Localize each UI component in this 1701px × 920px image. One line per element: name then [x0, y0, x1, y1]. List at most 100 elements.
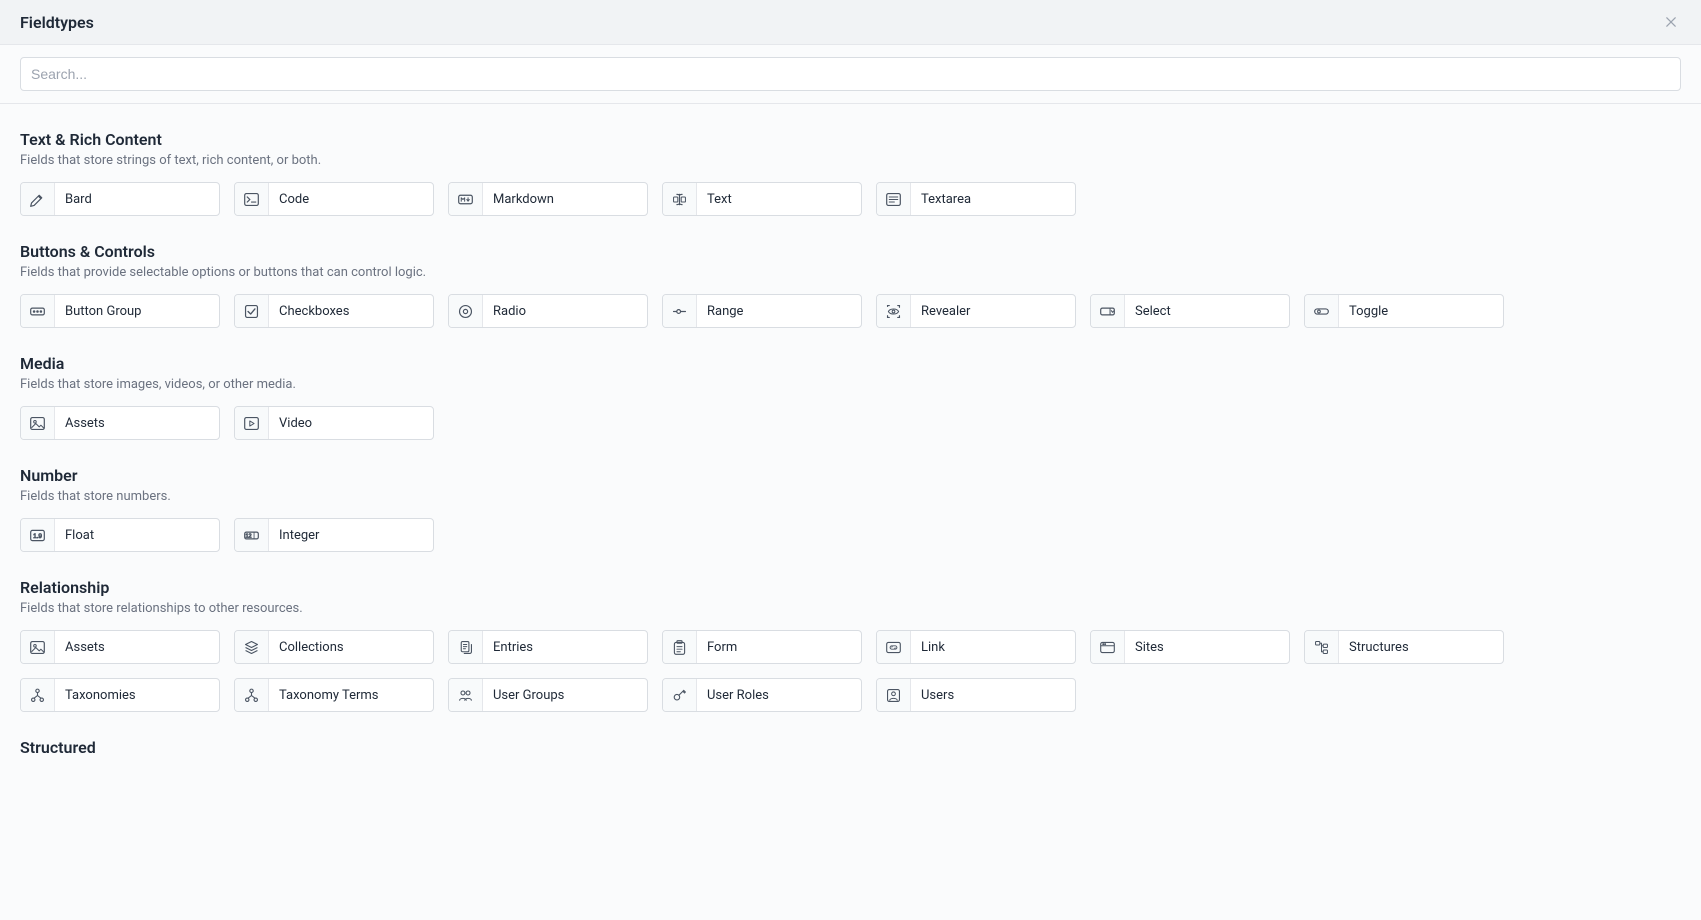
group-description: Fields that store relationships to other… — [20, 601, 1681, 616]
fieldtype-label: Button Group — [55, 295, 219, 327]
fieldtype-card-video[interactable]: Video — [234, 406, 434, 440]
fieldtype-card-taxonomies[interactable]: Taxonomies — [20, 678, 220, 712]
fieldtype-group: Number Fields that store numbers. Float Int… — [20, 466, 1681, 552]
radio-icon — [449, 295, 483, 327]
text-cursor-icon — [663, 183, 697, 215]
fieldtype-card-user-roles[interactable]: User Roles — [662, 678, 862, 712]
taxonomy-icon — [235, 679, 269, 711]
content-scroll[interactable]: Text & Rich Content Fields that store str… — [0, 104, 1701, 920]
close-button[interactable] — [1661, 12, 1681, 32]
fieldtype-card-float[interactable]: Float — [20, 518, 220, 552]
pen-icon — [21, 183, 55, 215]
fieldtype-label: Taxonomy Terms — [269, 679, 433, 711]
fieldtype-card-integer[interactable]: Integer — [234, 518, 434, 552]
fieldtype-label: Link — [911, 631, 1075, 663]
fieldtype-label: Code — [269, 183, 433, 215]
fieldtype-card-checkboxes[interactable]: Checkboxes — [234, 294, 434, 328]
group-title: Text & Rich Content — [20, 130, 1681, 149]
search-row — [0, 45, 1701, 104]
fieldtype-card-markdown[interactable]: Markdown — [448, 182, 648, 216]
fieldtype-card-collections[interactable]: Collections — [234, 630, 434, 664]
fieldtype-label: Form — [697, 631, 861, 663]
fieldtype-card-button-group[interactable]: Button Group — [20, 294, 220, 328]
panel-title: Fieldtypes — [20, 13, 94, 32]
fieldtype-label: Revealer — [911, 295, 1075, 327]
markdown-icon — [449, 183, 483, 215]
panel-header: Fieldtypes — [0, 0, 1701, 45]
fieldtype-card-select[interactable]: Select — [1090, 294, 1290, 328]
fieldtype-label: Float — [55, 519, 219, 551]
group-title: Buttons & Controls — [20, 242, 1681, 261]
eye-scan-icon — [877, 295, 911, 327]
tree-icon — [1305, 631, 1339, 663]
select-icon — [1091, 295, 1125, 327]
textarea-icon — [877, 183, 911, 215]
group-description: Fields that store strings of text, rich … — [20, 153, 1681, 168]
link-icon — [877, 631, 911, 663]
checkbox-icon — [235, 295, 269, 327]
fieldtype-card-entries[interactable]: Entries — [448, 630, 648, 664]
group-title: Media — [20, 354, 1681, 373]
pages-icon — [449, 631, 483, 663]
fieldtype-label: Bard — [55, 183, 219, 215]
fieldtype-card-structures[interactable]: Structures — [1304, 630, 1504, 664]
fieldtype-card-radio[interactable]: Radio — [448, 294, 648, 328]
search-input[interactable] — [20, 57, 1681, 91]
fieldtype-label: Text — [697, 183, 861, 215]
fieldtype-label: Range — [697, 295, 861, 327]
number-int-icon — [235, 519, 269, 551]
fieldtype-card-user-groups[interactable]: User Groups — [448, 678, 648, 712]
group-title: Number — [20, 466, 1681, 485]
fieldtype-grid: Bard Code Markdown Text Textarea — [20, 182, 1681, 216]
group-description: Fields that store numbers. — [20, 489, 1681, 504]
button-group-icon — [21, 295, 55, 327]
terminal-icon — [235, 183, 269, 215]
fieldtype-card-textarea[interactable]: Textarea — [876, 182, 1076, 216]
fieldtype-card-text[interactable]: Text — [662, 182, 862, 216]
fieldtype-label: Markdown — [483, 183, 647, 215]
fieldtype-card-assets[interactable]: Assets — [20, 630, 220, 664]
clipboard-icon — [663, 631, 697, 663]
group-description: Fields that store images, videos, or oth… — [20, 377, 1681, 392]
fieldtype-group: Buttons & ControlsFields that provide se… — [20, 242, 1681, 328]
range-icon — [663, 295, 697, 327]
fieldtype-card-range[interactable]: Range — [662, 294, 862, 328]
fieldtype-card-taxonomy-terms[interactable]: Taxonomy Terms — [234, 678, 434, 712]
fieldtype-label: Taxonomies — [55, 679, 219, 711]
fieldtype-label: Entries — [483, 631, 647, 663]
number-float-icon — [21, 519, 55, 551]
fieldtype-label: Video — [269, 407, 433, 439]
fieldtype-label: Sites — [1125, 631, 1289, 663]
fieldtype-card-form[interactable]: Form — [662, 630, 862, 664]
fieldtype-group: Text & Rich Content Fields that store str… — [20, 130, 1681, 216]
image-icon — [21, 631, 55, 663]
fieldtype-label: Select — [1125, 295, 1289, 327]
fieldtype-grid: Assets Collections Entries Form Link Sites Str… — [20, 630, 1681, 712]
group-title: Relationship — [20, 578, 1681, 597]
fieldtype-group: Structured — [20, 738, 1681, 757]
users-icon — [449, 679, 483, 711]
fieldtype-group: Relationship Fields that store relationsh… — [20, 578, 1681, 712]
user-icon — [877, 679, 911, 711]
taxonomy-icon — [21, 679, 55, 711]
fieldtype-card-revealer[interactable]: Revealer — [876, 294, 1076, 328]
fieldtype-label: Assets — [55, 407, 219, 439]
video-icon — [235, 407, 269, 439]
fieldtype-card-toggle[interactable]: Toggle — [1304, 294, 1504, 328]
fieldtype-card-sites[interactable]: Sites — [1090, 630, 1290, 664]
fieldtype-card-bard[interactable]: Bard — [20, 182, 220, 216]
fieldtype-card-assets[interactable]: Assets — [20, 406, 220, 440]
fieldtype-card-code[interactable]: Code — [234, 182, 434, 216]
fieldtype-card-users[interactable]: Users — [876, 678, 1076, 712]
fieldtype-label: Radio — [483, 295, 647, 327]
fieldtype-card-link[interactable]: Link — [876, 630, 1076, 664]
fieldtype-grid: Assets Video — [20, 406, 1681, 440]
group-title: Structured — [20, 738, 1681, 757]
fieldtype-grid: Float Integer — [20, 518, 1681, 552]
toggle-icon — [1305, 295, 1339, 327]
image-icon — [21, 407, 55, 439]
fieldtype-label: Toggle — [1339, 295, 1503, 327]
fieldtype-label: Integer — [269, 519, 433, 551]
fieldtype-label: Collections — [269, 631, 433, 663]
browser-icon — [1091, 631, 1125, 663]
